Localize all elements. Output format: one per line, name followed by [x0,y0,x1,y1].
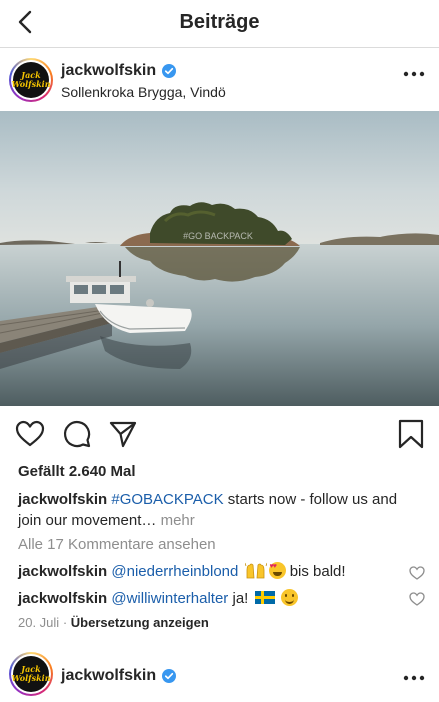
translate-link[interactable]: Übersetzung anzeigen [71,615,209,630]
share-icon[interactable] [108,419,138,449]
post-caption: jackwolfskin #GOBACKPACK starts now - fo… [18,489,423,531]
caption-hashtag[interactable]: #GOBACKPACK [111,491,223,508]
smiley-icon [280,589,298,606]
brand-logo: Jack Wolfskin [11,62,51,98]
meta-separator: · [62,615,68,630]
more-options-icon[interactable] [403,70,425,78]
post-username[interactable]: jackwolfskin [61,667,156,685]
heart-icon[interactable] [15,419,45,449]
brand-logo: Jack Wolfskin [11,656,51,692]
post-meta: 20. Juli · Übersetzung anzeigen [18,615,209,630]
top-bar: Beiträge [0,0,439,48]
comment-text: ja! [228,590,249,607]
raising-hands-icon [244,562,267,579]
comment-like-heart-icon[interactable] [409,591,425,607]
comment-username[interactable]: jackwolfskin [18,590,107,607]
avatar[interactable]: Jack Wolfskin [9,58,53,102]
view-all-comments-link[interactable]: Alle 17 Kommentare ansehen [18,536,216,553]
bookmark-icon[interactable] [396,419,426,449]
comment-item: jackwolfskin @niederrheinblond bis bald! [18,562,398,580]
comment-username[interactable]: jackwolfskin [18,563,107,580]
likes-count[interactable]: Gefällt 2.640 Mal [18,463,136,480]
sweden-flag-icon [254,591,275,604]
page-title: Beiträge [179,11,260,33]
more-options-icon[interactable] [403,674,425,682]
post-header: Jack Wolfskin jackwolfskin Sollenkroka B… [0,48,439,111]
post-actions [0,406,439,460]
post-date: 20. Juli [18,615,60,630]
avatar[interactable]: Jack Wolfskin [9,652,53,696]
comment-mention[interactable]: @niederrheinblond [111,563,238,580]
caption-more-link[interactable]: mehr [161,512,195,529]
verified-badge-icon [162,669,176,683]
comment-like-heart-icon[interactable] [409,565,425,581]
heart-eyes-icon [268,562,286,579]
next-post-header: Jack Wolfskin jackwolfskin [0,648,439,702]
post-username[interactable]: jackwolfskin [61,62,156,80]
post-location[interactable]: Sollenkroka Brygga, Vindö [61,84,226,100]
comment-icon[interactable] [62,419,92,449]
comment-mention[interactable]: @williwinterhalter [111,590,228,607]
post-photo[interactable]: #GO BACKPACK [0,111,439,406]
verified-badge-icon [162,64,176,78]
comment-text: bis bald! [285,563,346,580]
photo-watermark: #GO BACKPACK [183,231,253,241]
caption-username[interactable]: jackwolfskin [18,491,107,508]
comment-item: jackwolfskin @williwinterhalter ja! [18,589,398,607]
